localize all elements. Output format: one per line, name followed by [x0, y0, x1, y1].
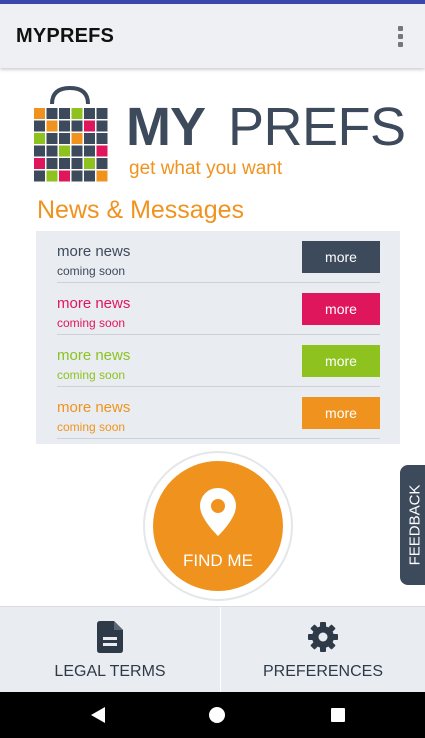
news-title: more news — [57, 295, 131, 312]
preferences-label: PREFERENCES — [262, 663, 384, 680]
preferences-button[interactable]: PREFERENCES — [221, 607, 425, 693]
app-bar: MYPREFS — [0, 4, 425, 68]
recents-square-icon[interactable] — [331, 708, 345, 722]
feedback-label: FEEDBACK — [406, 484, 424, 566]
document-icon — [97, 621, 123, 653]
news-title: more news — [57, 347, 131, 364]
news-subtitle: coming soon — [57, 368, 126, 382]
bottom-nav: LEGAL TERMS PREFERENCES — [0, 606, 425, 693]
news-title: more news — [57, 243, 131, 260]
system-nav-bar — [0, 692, 425, 738]
legal-terms-label: LEGAL TERMS — [54, 663, 166, 680]
news-item: more news coming soon more — [57, 388, 380, 439]
news-subtitle: coming soon — [57, 316, 126, 330]
shopping-bag-logo-icon — [34, 86, 108, 182]
more-vert-icon[interactable] — [385, 16, 415, 56]
news-more-button[interactable]: more — [302, 345, 380, 377]
brand-name-regular: PREFS — [228, 97, 406, 157]
home-circle-icon[interactable] — [209, 707, 225, 723]
brand-tagline: get what you want — [129, 158, 283, 179]
find-me-label: FIND ME — [183, 551, 253, 570]
news-more-button[interactable]: more — [302, 293, 380, 325]
find-me-button[interactable]: FIND ME — [153, 461, 283, 591]
mypref-logo: MY PREFS get what you want — [32, 86, 412, 186]
news-panel: more news coming soon more more news com… — [36, 231, 400, 444]
news-more-button[interactable]: more — [302, 397, 380, 429]
news-title: more news — [57, 399, 131, 416]
app-title: MYPREFS — [16, 24, 115, 47]
location-pin-icon — [200, 488, 236, 536]
news-subtitle: coming soon — [57, 420, 126, 434]
news-item: more news coming soon more — [57, 336, 380, 387]
gear-icon — [308, 622, 338, 652]
back-triangle-icon[interactable] — [91, 707, 105, 723]
news-item: more news coming soon more — [57, 284, 380, 335]
legal-terms-button[interactable]: LEGAL TERMS — [0, 607, 220, 693]
news-item: more news coming soon more — [57, 232, 380, 283]
news-heading: News & Messages — [37, 196, 245, 224]
news-more-button[interactable]: more — [302, 241, 380, 273]
brand-name-bold: MY — [126, 97, 206, 157]
feedback-tab[interactable]: FEEDBACK — [400, 465, 425, 585]
news-subtitle: coming soon — [57, 264, 126, 278]
